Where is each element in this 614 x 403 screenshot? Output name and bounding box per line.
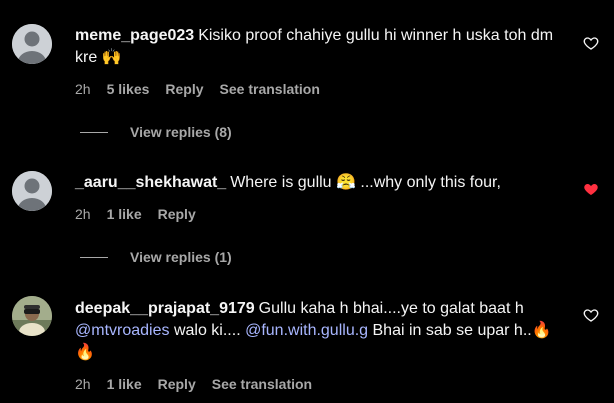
- mention-link[interactable]: @mtvroadies: [75, 322, 170, 339]
- heart-filled-icon[interactable]: [583, 181, 599, 197]
- comment-time: 2h: [75, 206, 91, 222]
- comment-meta: 2h 1 like Reply: [75, 206, 212, 222]
- default-avatar-icon[interactable]: [12, 24, 52, 64]
- view-replies-label: View replies (8): [130, 124, 232, 140]
- comment-time: 2h: [75, 376, 91, 392]
- comment-time: 2h: [75, 81, 91, 97]
- comment-text: meme_page023 Kisiko proof chahiye gullu h…: [75, 25, 560, 69]
- view-replies-button[interactable]: View replies (1): [80, 249, 232, 265]
- heart-icon[interactable]: [583, 307, 599, 323]
- mention-link[interactable]: @fun.with.gullu.g: [245, 322, 368, 339]
- comment-body: Where is gullu 😤 ...why only this four,: [230, 174, 501, 191]
- like-count[interactable]: 5 likes: [107, 81, 150, 97]
- reply-button[interactable]: Reply: [165, 81, 203, 97]
- comment-body-part: walo ki....: [169, 322, 246, 339]
- divider-line: [80, 131, 108, 133]
- comment-body-part: Gullu kaha h bhai....ye to galat baat h: [258, 300, 524, 317]
- like-count[interactable]: 1 like: [107, 376, 142, 392]
- reply-button[interactable]: Reply: [158, 376, 196, 392]
- comment-text: _aaru__shekhawat_ Where is gullu 😤 ...why…: [75, 172, 560, 194]
- comment-meta: 2h 1 like Reply See translation: [75, 376, 328, 392]
- view-replies-button[interactable]: View replies (8): [80, 124, 232, 140]
- comment-username[interactable]: meme_page023: [75, 27, 194, 44]
- comment-username[interactable]: deepak__prajapat_9179: [75, 300, 255, 317]
- comment-text: deepak__prajapat_9179 Gullu kaha h bhai..…: [75, 298, 560, 364]
- comment-username[interactable]: _aaru__shekhawat_: [75, 174, 226, 191]
- view-replies-label: View replies (1): [130, 249, 232, 265]
- divider-line: [80, 256, 108, 258]
- default-avatar-icon[interactable]: [12, 171, 52, 211]
- heart-icon[interactable]: [583, 35, 599, 51]
- like-count[interactable]: 1 like: [107, 206, 142, 222]
- profile-photo[interactable]: [12, 296, 52, 336]
- reply-button[interactable]: Reply: [158, 206, 196, 222]
- see-translation-button[interactable]: See translation: [220, 81, 320, 97]
- comment-meta: 2h 5 likes Reply See translation: [75, 81, 336, 97]
- see-translation-button[interactable]: See translation: [212, 376, 312, 392]
